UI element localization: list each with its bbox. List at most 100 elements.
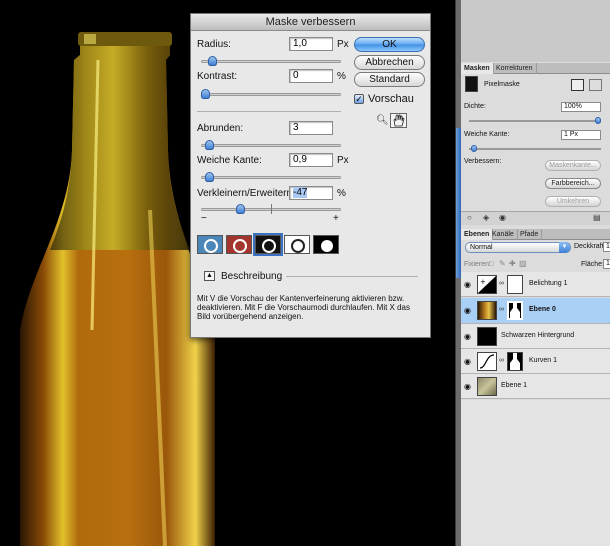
vector-mask-icon[interactable] — [589, 79, 602, 91]
apply-mask-icon[interactable]: ◈ — [483, 213, 489, 222]
kontrast-slider-thumb[interactable] — [201, 89, 210, 99]
beschreibung-toggle[interactable]: ▲ — [204, 271, 215, 281]
blend-mode-value: Normal — [470, 244, 493, 251]
hand-tool-icon[interactable] — [390, 113, 407, 128]
flaeche-input[interactable]: 1 — [603, 259, 610, 269]
divider — [197, 111, 341, 112]
layer-mask-thumbnail[interactable] — [507, 352, 523, 371]
radius-input[interactable]: 1,0 — [289, 37, 333, 51]
layer-name: Ebene 0 — [529, 306, 556, 313]
dichte-slider-track[interactable] — [469, 120, 601, 122]
eye-icon[interactable]: ◉ — [464, 280, 471, 289]
kontrast-label: Kontrast: — [197, 71, 238, 82]
layer-row-belichtung[interactable]: ◉ + ∞ Belichtung 1 — [461, 272, 610, 297]
farbbereich-button[interactable]: Farbbereich... — [545, 178, 601, 189]
weiche-kante-input[interactable]: 0,9 — [289, 153, 333, 167]
kontrast-slider-track[interactable] — [201, 93, 341, 96]
dichte-input[interactable]: 100% — [561, 102, 601, 112]
tab-korrekturen[interactable]: Korrekturen — [493, 63, 537, 74]
verkleinern-value: -47 — [293, 187, 308, 198]
radius-unit: Px — [337, 39, 349, 50]
weiche-kante-panel-track[interactable] — [469, 148, 601, 150]
panel-empty-area — [461, 0, 610, 62]
layer-thumbnail — [477, 327, 497, 346]
kontrast-input[interactable]: 0 — [289, 69, 333, 83]
view-mode-quick-mask[interactable] — [226, 235, 252, 254]
curves-icon — [477, 352, 497, 371]
radius-slider-thumb[interactable] — [207, 56, 217, 66]
verkleinern-slider-thumb[interactable] — [236, 204, 246, 214]
weiche-kante-panel-input[interactable]: 1 Px — [561, 130, 601, 140]
lock-image-icon[interactable]: ✎ — [499, 259, 506, 268]
maskenkante-button[interactable]: Maskenkante... — [545, 160, 601, 171]
chain-link-icon[interactable]: ∞ — [499, 357, 504, 364]
abbrechen-button[interactable]: Abbrechen — [354, 55, 425, 70]
load-selection-icon[interactable]: ○ — [467, 213, 472, 222]
eye-icon[interactable]: ◉ — [464, 357, 471, 366]
zoom-tool-icon[interactable]: 🔍︎ — [376, 115, 389, 126]
dichte-slider-thumb[interactable] — [595, 117, 601, 124]
abrunden-slider-thumb[interactable] — [204, 140, 214, 150]
layer-thumbnail — [477, 301, 497, 320]
fixieren-label: Fixieren: — [464, 261, 491, 268]
view-mode-mask[interactable] — [313, 235, 339, 254]
refine-mask-dialog: Maske verbessern Radius: 1,0 Px Kontrast… — [190, 13, 431, 338]
masks-panel-footer: ○ ◈ ◉ ▤ — [461, 211, 610, 225]
right-panels: Masken Korrekturen Pixelmaske Dichte: 10… — [461, 0, 610, 546]
flaeche-label: Fläche: — [581, 261, 604, 268]
delete-mask-icon[interactable]: ▤ — [593, 213, 601, 222]
lock-position-icon[interactable]: ✚ — [509, 259, 516, 268]
kontrast-unit: % — [337, 71, 346, 82]
deckkraft-input[interactable]: 1 — [603, 242, 610, 252]
layer-name: Ebene 1 — [501, 382, 528, 389]
view-mode-standard[interactable] — [197, 235, 223, 254]
verkleinern-input[interactable]: -47 — [289, 186, 333, 200]
tab-kanaele[interactable]: Kanäle — [489, 229, 518, 240]
dichte-label: Dichte: — [464, 103, 486, 110]
verkleinern-unit: % — [337, 188, 346, 199]
chain-link-icon[interactable]: ∞ — [499, 306, 504, 313]
radius-slider-track[interactable] — [201, 60, 341, 63]
eye-icon[interactable]: ◉ — [464, 332, 471, 341]
standard-button[interactable]: Standard — [354, 72, 425, 87]
view-mode-on-black[interactable] — [253, 233, 283, 256]
abrunden-input[interactable]: 3 — [289, 121, 333, 135]
radius-label: Radius: — [197, 39, 231, 50]
tab-masken[interactable]: Masken — [461, 63, 494, 74]
abrunden-label: Abrunden: — [197, 123, 244, 134]
vorschau-checkbox[interactable]: ✓ — [354, 94, 364, 104]
eye-icon[interactable]: ◉ — [464, 382, 471, 391]
tab-pfade[interactable]: Pfade — [517, 229, 543, 240]
plus-sign: + — [333, 213, 339, 224]
view-mode-on-white[interactable] — [284, 235, 310, 254]
visibility-icon[interactable]: ◉ — [499, 213, 506, 222]
weiche-kante-slider-thumb[interactable] — [204, 172, 214, 182]
beschreibung-divider — [286, 276, 418, 277]
eye-icon[interactable]: ◉ — [464, 306, 471, 315]
verbessern-label: Verbessern: — [464, 158, 502, 165]
layer-name: Belichtung 1 — [529, 280, 568, 287]
layer-mask-thumbnail[interactable] — [507, 301, 523, 320]
weiche-kante-unit: Px — [337, 155, 349, 166]
ok-button[interactable]: OK — [354, 37, 425, 52]
pixel-mask-icon[interactable] — [571, 79, 584, 91]
weiche-kante-label: Weiche Kante: — [197, 155, 262, 166]
weiche-kante-slider-track[interactable] — [201, 176, 341, 179]
layer-row-schwarzen-hintergrund[interactable]: ◉ Schwarzen Hintergrund — [461, 324, 610, 349]
layer-mask-thumbnail[interactable] — [507, 275, 523, 294]
beschreibung-label: Beschreibung — [221, 271, 283, 282]
layer-name: Schwarzen Hintergrund — [501, 332, 575, 339]
blend-mode-select[interactable]: Normal ▼ — [465, 242, 571, 253]
layer-row-kurven[interactable]: ◉ ∞ Kurven 1 — [461, 349, 610, 374]
chain-link-icon[interactable]: ∞ — [499, 280, 504, 287]
lock-transparent-icon[interactable]: □ — [489, 259, 494, 268]
abrunden-slider-track[interactable] — [201, 144, 341, 147]
weiche-kante-panel-thumb[interactable] — [471, 145, 477, 152]
layers-empty-area — [461, 400, 610, 546]
lock-all-icon[interactable]: ▨ — [519, 259, 527, 268]
umkehren-button[interactable]: Umkehren — [545, 196, 601, 207]
layer-row-ebene-1[interactable]: ◉ Ebene 1 — [461, 374, 610, 399]
deckkraft-label: Deckkraft: — [574, 243, 606, 250]
layer-row-ebene-0[interactable]: ◉ ∞ Ebene 0 — [461, 298, 610, 324]
description-text: Mit V die Vorschau der Kantenverfeinerun… — [197, 294, 410, 321]
